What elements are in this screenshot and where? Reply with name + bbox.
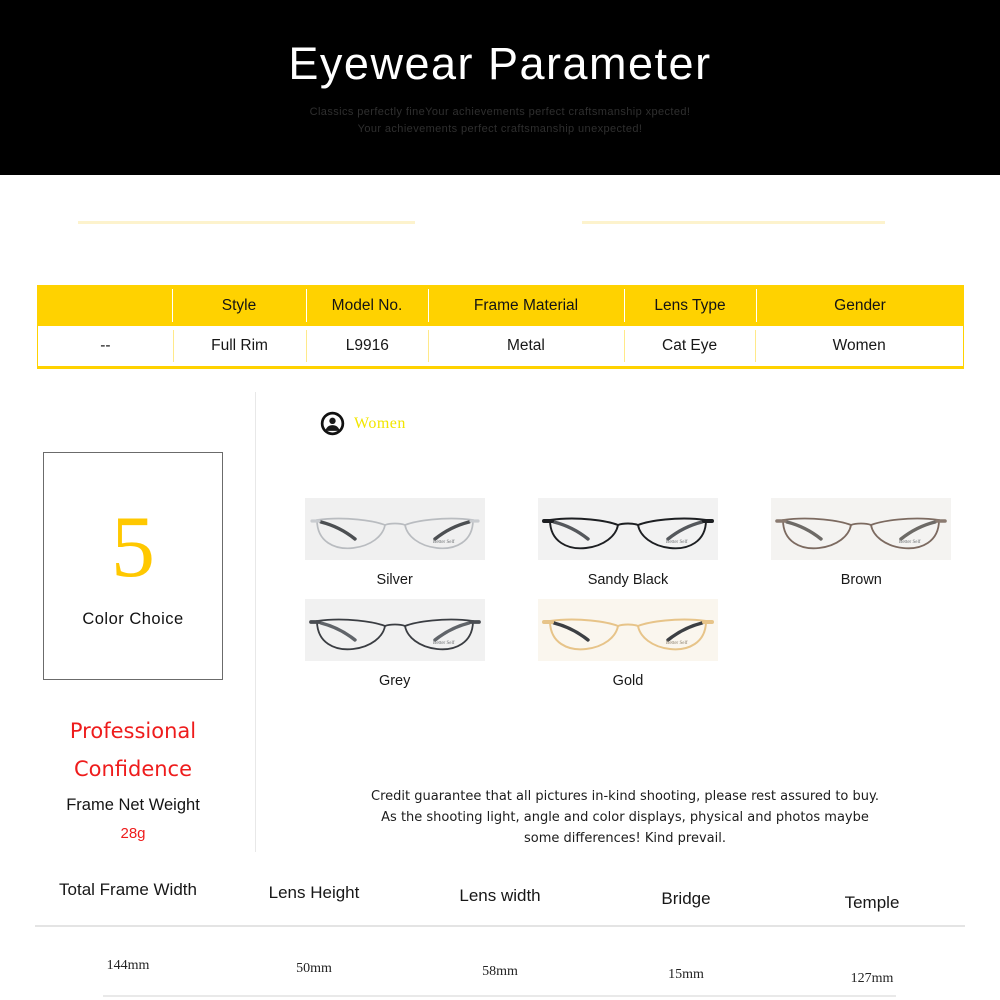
spec-value-style: Full Rim: [172, 326, 307, 366]
color-choice-box: 5 Color Choice: [43, 452, 223, 680]
measurement-label: Total Frame Width: [59, 880, 197, 899]
spec-header-model-no: Model No.: [306, 285, 428, 326]
measurement-labels-row: Total Frame Width Lens Height Lens width…: [35, 880, 965, 912]
color-swatch-label: Silver: [376, 572, 413, 588]
tagline-line-1: Professional: [69, 719, 197, 743]
spec-header-lens-type: Lens Type: [624, 285, 756, 326]
credit-note-line-2: As the shooting light, angle and color d…: [381, 810, 869, 825]
color-swatch-row: Better Self Silver Better Self Sandy Bla…: [278, 498, 978, 588]
frame-brand-text: Better Self: [666, 540, 688, 545]
measurement-label: Lens width: [459, 886, 541, 905]
specification-table-value-row: -- Full Rim L9916 Metal Cat Eye Women: [37, 326, 964, 369]
color-swatch-label: Sandy Black: [587, 572, 669, 588]
color-choice-panel: 5 Color Choice Professional Confidence F…: [20, 452, 246, 842]
person-avatar-icon: [320, 411, 345, 436]
color-swatch-row: Better Self Grey Better Self Gold: [278, 599, 978, 689]
measurement-value-cell-lens-height: 50mm: [221, 958, 407, 976]
credit-guarantee-note: Credit guarantee that all pictures in-ki…: [280, 786, 970, 849]
measurement-cell-lens-height: Lens Height: [221, 880, 407, 902]
measurements-section: Total Frame Width Lens Height Lens width…: [35, 880, 965, 986]
measurement-cell-bridge: Bridge: [593, 880, 779, 908]
specification-table: Style Model No. Frame Material Lens Type…: [37, 285, 964, 369]
credit-note-line-1: Credit guarantee that all pictures in-ki…: [371, 789, 879, 804]
measurement-value: 15mm: [668, 967, 704, 982]
frame-brand-text: Better Self: [666, 641, 688, 646]
eyeglasses-image-sandy-black: Better Self: [537, 498, 718, 560]
frame-brand-text: Better Self: [899, 540, 921, 545]
measurement-value-cell-total-frame-width: 144mm: [35, 958, 221, 974]
eyeglasses-image-grey: Better Self: [304, 599, 485, 661]
color-choice-count: 5: [111, 498, 155, 596]
measurement-label: Temple: [844, 893, 900, 912]
color-swatch-grid: Better Self Silver Better Self Sandy Bla…: [278, 498, 978, 689]
color-swatch-label: Brown: [840, 572, 882, 588]
page-subtitle: Classics perfectly fineYour achievements…: [310, 104, 691, 138]
spec-header-gender: Gender: [756, 285, 964, 326]
spec-header-blank: [37, 285, 172, 326]
color-swatch-empty-slot: [745, 599, 978, 689]
eyeglasses-image-silver: Better Self: [304, 498, 485, 560]
measurement-cell-lens-width: Lens width: [407, 880, 593, 905]
gender-badge: Women: [320, 411, 406, 436]
eyeglasses-image-brown: Better Self: [771, 498, 952, 560]
measurement-value: 50mm: [296, 961, 332, 976]
spec-value-gender: Women: [755, 326, 963, 366]
section-vertical-divider: [255, 392, 256, 852]
color-swatch-gold[interactable]: Better Self Gold: [511, 599, 744, 689]
spec-value-blank: --: [100, 337, 111, 354]
measurement-value: 58mm: [482, 964, 518, 979]
page-header-banner: Eyewear Parameter Classics perfectly fin…: [0, 0, 1000, 175]
frame-brand-text: Better Self: [433, 540, 455, 545]
spec-header-frame-material: Frame Material: [428, 285, 624, 326]
tagline-line-2: Confidence: [73, 757, 193, 781]
page-subtitle-line-1: Classics perfectly fineYour achievements…: [309, 105, 691, 118]
measurement-value-cell-lens-width: 58mm: [407, 958, 593, 979]
color-swatch-label: Grey: [378, 673, 411, 689]
color-swatch-brown[interactable]: Better Self Brown: [745, 498, 978, 588]
tagline: Professional Confidence: [20, 712, 246, 788]
page-subtitle-line-2: Your achievements perfect craftsmanship …: [357, 122, 643, 135]
spec-value-model-no: L9916: [306, 326, 428, 366]
measurement-label: Bridge: [661, 889, 711, 908]
decorative-divider-left: [78, 221, 415, 224]
gender-badge-label: Women: [354, 414, 406, 432]
measurement-values-row: 144mm 50mm 58mm 15mm 127mm: [35, 958, 965, 986]
eyeglasses-image-gold: Better Self: [537, 599, 718, 661]
color-swatch-silver[interactable]: Better Self Silver: [278, 498, 511, 588]
spec-value-frame-material: Metal: [428, 326, 624, 366]
measurement-value-cell-bridge: 15mm: [593, 958, 779, 982]
spec-value-lens-type: Cat Eye: [623, 326, 756, 366]
credit-note-line-3: some differences! Kind prevail.: [524, 831, 726, 846]
net-weight-value: 28g: [120, 825, 146, 842]
measurement-value: 144mm: [106, 958, 150, 973]
measurement-value: 127mm: [850, 971, 894, 986]
measurement-cell-temple: Temple: [779, 880, 965, 912]
net-weight-label: Frame Net Weight: [66, 796, 200, 814]
measurement-value-cell-temple: 127mm: [779, 958, 965, 986]
color-swatch-sandy-black[interactable]: Better Self Sandy Black: [511, 498, 744, 588]
color-swatch-label: Gold: [612, 673, 644, 689]
frame-brand-text: Better Self: [433, 641, 455, 646]
measurements-divider: [35, 925, 965, 927]
color-choice-label: Color Choice: [82, 609, 184, 628]
page-title: Eyewear Parameter: [288, 38, 712, 89]
measurement-label: Lens Height: [268, 883, 360, 902]
measurement-cell-total-frame-width: Total Frame Width: [35, 880, 221, 900]
decorative-divider-right: [582, 221, 885, 224]
specification-table-header-row: Style Model No. Frame Material Lens Type…: [37, 285, 964, 326]
bottom-divider: [103, 995, 896, 997]
spec-header-style: Style: [172, 285, 306, 326]
color-swatch-grey[interactable]: Better Self Grey: [278, 599, 511, 689]
